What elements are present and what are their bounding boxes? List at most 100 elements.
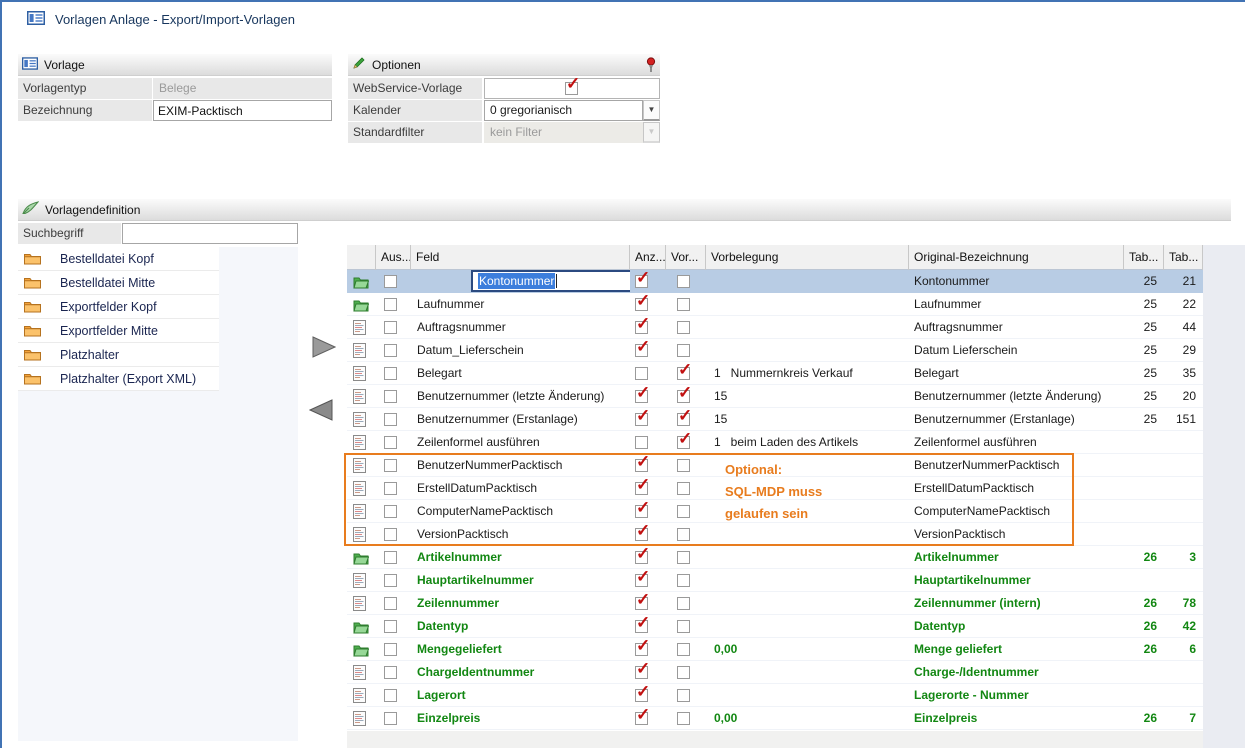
column-header-feld[interactable]: Feld <box>411 245 630 270</box>
table-row[interactable]: LaufnummerLaufnummer2522 <box>347 293 1203 316</box>
aus-checkbox[interactable] <box>384 505 397 518</box>
vor-checkbox[interactable] <box>677 597 690 610</box>
table-row[interactable]: DatentypDatentyp2642 <box>347 615 1203 638</box>
aus-checkbox[interactable] <box>384 712 397 725</box>
anz-checkbox[interactable] <box>635 482 648 495</box>
move-right-arrow-button[interactable] <box>312 336 336 361</box>
aus-checkbox[interactable] <box>384 643 397 656</box>
column-header-vorb[interactable]: Vorbelegung <box>706 245 909 270</box>
vor-checkbox[interactable] <box>677 689 690 702</box>
aus-checkbox[interactable] <box>384 390 397 403</box>
aus-checkbox[interactable] <box>384 620 397 633</box>
anz-checkbox[interactable] <box>635 528 648 541</box>
move-left-arrow-button[interactable] <box>309 399 333 424</box>
kalender-dropdown-arrow-icon[interactable]: ▼ <box>643 100 660 121</box>
webservice-checkbox[interactable] <box>565 82 578 95</box>
aus-checkbox[interactable] <box>384 689 397 702</box>
aus-checkbox[interactable] <box>384 344 397 357</box>
vor-checkbox[interactable] <box>677 275 690 288</box>
aus-checkbox[interactable] <box>384 459 397 472</box>
table-row[interactable]: ErstellDatumPacktischErstellDatumPacktis… <box>347 477 1203 500</box>
vor-checkbox[interactable] <box>677 574 690 587</box>
vor-checkbox[interactable] <box>677 712 690 725</box>
column-header-tab1[interactable]: Tab... <box>1124 245 1164 270</box>
table-row[interactable]: Belegart1 Nummernkreis VerkaufBelegart25… <box>347 362 1203 385</box>
column-header-orig[interactable]: Original-Bezeichnung <box>909 245 1124 270</box>
anz-checkbox[interactable] <box>635 712 648 725</box>
anz-checkbox[interactable] <box>635 574 648 587</box>
anz-checkbox[interactable] <box>635 689 648 702</box>
vor-checkbox[interactable] <box>677 528 690 541</box>
anz-checkbox[interactable] <box>635 344 648 357</box>
aus-checkbox[interactable] <box>384 367 397 380</box>
table-row[interactable]: VersionPacktischVersionPacktisch <box>347 523 1203 546</box>
feld-edit-box[interactable]: Kontonummer <box>471 270 630 292</box>
anz-checkbox[interactable] <box>635 275 648 288</box>
anz-checkbox[interactable] <box>635 436 648 449</box>
table-row[interactable]: ComputerNamePacktischComputerNamePacktis… <box>347 500 1203 523</box>
folder-list-item[interactable]: Platzhalter <box>18 343 219 367</box>
anz-checkbox[interactable] <box>635 390 648 403</box>
aus-checkbox[interactable] <box>384 321 397 334</box>
aus-checkbox[interactable] <box>384 597 397 610</box>
anz-checkbox[interactable] <box>635 643 648 656</box>
vor-checkbox[interactable] <box>677 666 690 679</box>
aus-checkbox[interactable] <box>384 436 397 449</box>
anz-checkbox[interactable] <box>635 298 648 311</box>
table-row[interactable]: HauptartikelnummerHauptartikelnummer <box>347 569 1203 592</box>
table-row[interactable]: ArtikelnummerArtikelnummer263 <box>347 546 1203 569</box>
vor-checkbox[interactable] <box>677 367 690 380</box>
anz-checkbox[interactable] <box>635 459 648 472</box>
table-row[interactable]: Benutzernummer (Erstanlage)15Benutzernum… <box>347 408 1203 431</box>
aus-checkbox[interactable] <box>384 413 397 426</box>
table-row[interactable]: LagerortLagerorte - Nummer <box>347 684 1203 707</box>
anz-checkbox[interactable] <box>635 620 648 633</box>
aus-checkbox[interactable] <box>384 275 397 288</box>
aus-checkbox[interactable] <box>384 298 397 311</box>
column-header-rowicon[interactable] <box>347 245 376 270</box>
anz-checkbox[interactable] <box>635 367 648 380</box>
vor-checkbox[interactable] <box>677 298 690 311</box>
vor-checkbox[interactable] <box>677 436 690 449</box>
table-row[interactable]: Mengegeliefert0,00Menge geliefert266 <box>347 638 1203 661</box>
anz-checkbox[interactable] <box>635 321 648 334</box>
vor-checkbox[interactable] <box>677 620 690 633</box>
folder-list-item[interactable]: Platzhalter (Export XML) <box>18 367 219 391</box>
table-row[interactable]: ZeilennummerZeilennummer (intern)2678 <box>347 592 1203 615</box>
anz-checkbox[interactable] <box>635 551 648 564</box>
table-row[interactable]: KontonummerKontonummer2521 <box>347 270 1203 293</box>
aus-checkbox[interactable] <box>384 551 397 564</box>
kalender-select[interactable]: 0 gregorianisch <box>484 100 643 121</box>
anz-checkbox[interactable] <box>635 597 648 610</box>
table-row[interactable]: BenutzerNummerPacktischBenutzerNummerPac… <box>347 454 1203 477</box>
column-header-tab2[interactable]: Tab... <box>1164 245 1203 270</box>
aus-checkbox[interactable] <box>384 666 397 679</box>
aus-checkbox[interactable] <box>384 482 397 495</box>
vor-checkbox[interactable] <box>677 505 690 518</box>
table-row[interactable]: Einzelpreis0,00Einzelpreis267 <box>347 707 1203 730</box>
table-row[interactable]: Datum_LieferscheinDatum Lieferschein2529 <box>347 339 1203 362</box>
table-row[interactable]: Benutzernummer (letzte Änderung)15Benutz… <box>347 385 1203 408</box>
column-header-anz[interactable]: Anz... <box>630 245 666 270</box>
vor-checkbox[interactable] <box>677 344 690 357</box>
anz-checkbox[interactable] <box>635 413 648 426</box>
folder-list-item[interactable]: Exportfelder Kopf <box>18 295 219 319</box>
table-row[interactable]: AuftragsnummerAuftragsnummer2544 <box>347 316 1203 339</box>
vor-checkbox[interactable] <box>677 321 690 334</box>
folder-list-item[interactable]: Bestelldatei Kopf <box>18 247 219 271</box>
vor-checkbox[interactable] <box>677 390 690 403</box>
bezeichnung-input[interactable] <box>153 100 332 121</box>
vor-checkbox[interactable] <box>677 482 690 495</box>
anz-checkbox[interactable] <box>635 666 648 679</box>
aus-checkbox[interactable] <box>384 574 397 587</box>
vor-checkbox[interactable] <box>677 459 690 472</box>
suchbegriff-input[interactable] <box>122 223 298 244</box>
table-row[interactable]: Zeilenformel ausführen1 beim Laden des A… <box>347 431 1203 454</box>
aus-checkbox[interactable] <box>384 528 397 541</box>
vor-checkbox[interactable] <box>677 551 690 564</box>
column-header-aus[interactable]: Aus... <box>376 245 411 270</box>
table-row[interactable]: ChargeIdentnummerCharge-/Identnummer <box>347 661 1203 684</box>
folder-list-item[interactable]: Exportfelder Mitte <box>18 319 219 343</box>
pushpin-icon[interactable] <box>645 57 657 76</box>
anz-checkbox[interactable] <box>635 505 648 518</box>
